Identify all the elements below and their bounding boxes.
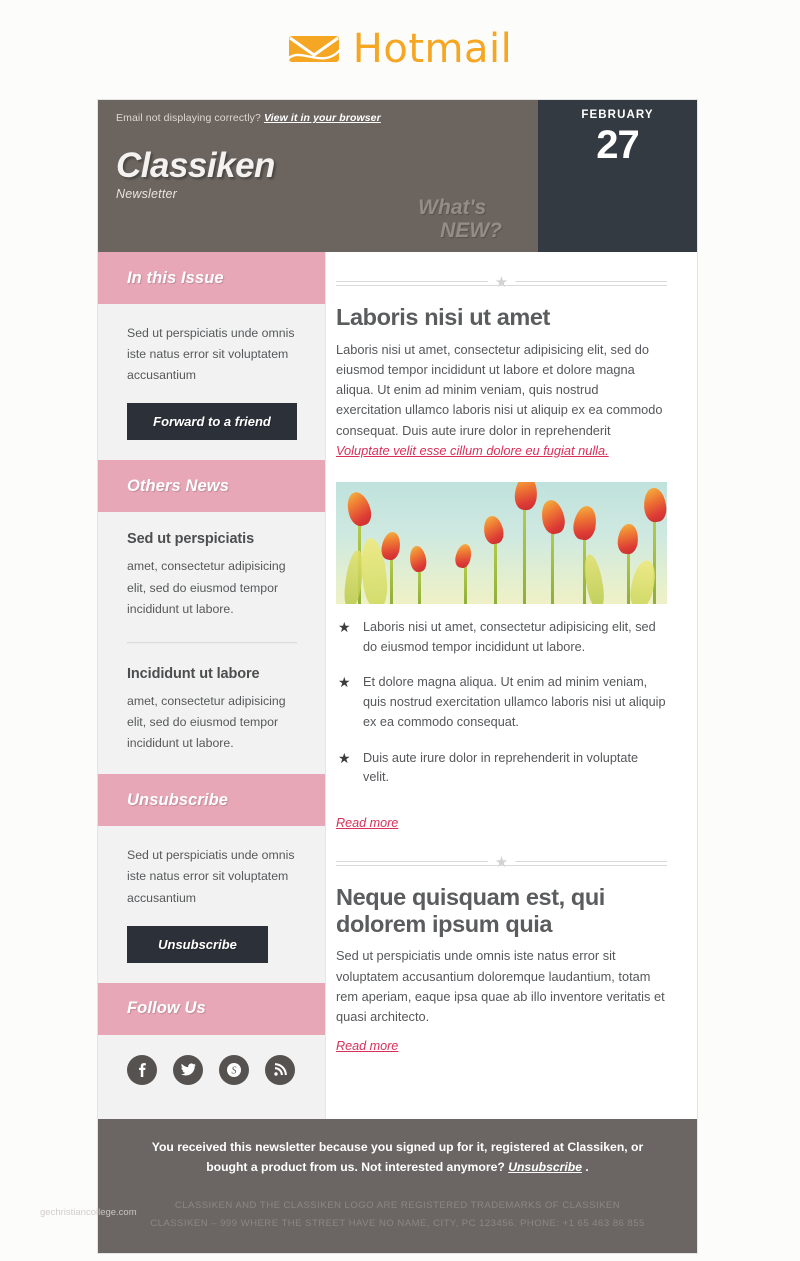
sidebar-heading-unsubscribe: Unsubscribe xyxy=(98,774,325,827)
article-1-body: Laboris nisi ut amet, consectetur adipis… xyxy=(336,340,667,461)
skype-icon[interactable]: S xyxy=(219,1054,249,1085)
bullet-text: Laboris nisi ut amet, consectetur adipis… xyxy=(363,620,656,654)
footer-text-after: . xyxy=(582,1159,589,1174)
newsletter-body: In this Issue Sed ut perspiciatis unde o… xyxy=(98,252,697,1119)
unsubscribe-text: Sed ut perspiciatis unde omnis iste natu… xyxy=(127,848,295,905)
hotmail-wordmark: Hotmail xyxy=(352,25,513,72)
star-ornament-icon: ★ xyxy=(487,272,516,294)
tagline-line-1: What's xyxy=(418,195,487,219)
sidebar-heading-in-this-issue: In this Issue xyxy=(98,252,325,304)
sidebar-heading-follow-us: Follow Us xyxy=(98,982,325,1035)
article-1-bullet-list: ★ Laboris nisi ut amet, consectetur adip… xyxy=(336,618,667,788)
others-news-item-title: Incididunt ut labore xyxy=(127,665,260,682)
sidebar-heading-others-news: Others News xyxy=(98,460,325,513)
hotmail-brand-bar: Hotmail xyxy=(0,0,800,97)
newsletter-masthead: Email not displaying correctly? View it … xyxy=(98,100,697,252)
article-2-body: Sed ut perspiciatis unde omnis iste natu… xyxy=(336,948,665,1025)
newsletter-sidebar: In this Issue Sed ut perspiciatis unde o… xyxy=(98,252,326,1119)
article-1-image xyxy=(336,482,667,605)
sidebar-block-unsubscribe: Sed ut perspiciatis unde omnis iste natu… xyxy=(98,826,325,982)
article-1-body-text: Laboris nisi ut amet, consectetur adipis… xyxy=(336,341,663,438)
others-news-item-text: amet, consectetur adipisicing elit, sed … xyxy=(127,559,286,616)
masthead-left: Email not displaying correctly? View it … xyxy=(98,100,538,252)
footer-legal: CLASSIKEN AND THE CLASSIKEN LOGO ARE REG… xyxy=(150,1197,645,1234)
bullet-text: Duis aute irure dolor in reprehenderit i… xyxy=(363,750,639,785)
section-divider: ★ xyxy=(336,851,667,874)
tagline-line-2: NEW? xyxy=(440,219,502,243)
watermark-text: gechristiancollege.com xyxy=(40,1207,137,1218)
article-2-read-more-link[interactable]: Read more xyxy=(336,1039,398,1053)
bullet-text: Et dolore magna aliqua. Ut enim ad minim… xyxy=(363,675,666,729)
rss-icon[interactable] xyxy=(265,1054,295,1085)
envelope-icon xyxy=(286,30,341,67)
sidebar-block-others-news: Sed ut perspiciatis amet, consectetur ad… xyxy=(98,512,325,774)
facebook-icon[interactable] xyxy=(127,1054,157,1085)
forward-to-friend-button[interactable]: Forward to a friend xyxy=(127,403,297,441)
bullet-star-icon: ★ xyxy=(338,674,351,691)
footer-legal-line-1: CLASSIKEN AND THE CLASSIKEN LOGO ARE REG… xyxy=(174,1199,621,1211)
article-1: Laboris nisi ut amet Laboris nisi ut ame… xyxy=(336,304,667,832)
whats-new-tagline: What's NEW? xyxy=(418,196,502,243)
star-ornament-icon: ★ xyxy=(487,851,516,874)
display-notice: Email not displaying correctly? View it … xyxy=(116,112,522,124)
bullet-star-icon: ★ xyxy=(338,619,351,636)
view-in-browser-link[interactable]: View it in your browser xyxy=(264,112,381,124)
unsubscribe-button[interactable]: Unsubscribe xyxy=(127,925,268,963)
others-news-item-text: amet, consectetur adipisicing elit, sed … xyxy=(127,693,286,751)
hotmail-logo: Hotmail xyxy=(286,25,513,72)
article-1-title: Laboris nisi ut amet xyxy=(336,304,550,330)
page-canvas: Hotmail Email not displaying correctly? … xyxy=(0,0,800,1261)
article-2-title: Neque quisquam est, qui dolorem ipsum qu… xyxy=(336,883,605,937)
section-divider: ★ xyxy=(336,272,667,294)
article-2: Neque quisquam est, qui dolorem ipsum qu… xyxy=(336,884,667,1055)
display-notice-text: Email not displaying correctly? xyxy=(116,112,261,124)
bullet-item: ★ Et dolore magna aliqua. Ut enim ad min… xyxy=(336,673,667,732)
bullet-item: ★ Laboris nisi ut amet, consectetur adip… xyxy=(336,618,667,657)
date-month: FEBRUARY xyxy=(581,109,654,121)
bullet-item: ★ Duis aute irure dolor in reprehenderit… xyxy=(336,749,667,788)
footer-legal-line-2: CLASSIKEN – 999 WHERE THE STREET HAVE NO… xyxy=(150,1218,645,1230)
footer-unsubscribe-link[interactable]: Unsubscribe xyxy=(508,1160,582,1174)
svg-text:S: S xyxy=(232,1065,237,1076)
newsletter-title: Classiken xyxy=(116,146,275,185)
others-news-item: Incididunt ut labore amet, consectetur a… xyxy=(127,666,297,754)
others-news-item-title: Sed ut perspiciatis xyxy=(127,531,255,548)
social-links: S xyxy=(98,1035,325,1107)
bullet-star-icon: ★ xyxy=(338,749,351,766)
article-1-inline-link[interactable]: Voluptate velit esse cillum dolore eu fu… xyxy=(336,443,609,458)
in-this-issue-text: Sed ut perspiciatis unde omnis iste natu… xyxy=(127,326,295,383)
email-newsletter-card: Email not displaying correctly? View it … xyxy=(97,99,698,1254)
newsletter-footer: You received this newsletter because you… xyxy=(98,1118,697,1253)
sidebar-block-in-this-issue: Sed ut perspiciatis unde omnis iste natu… xyxy=(98,304,325,460)
footer-main-text: You received this newsletter because you… xyxy=(150,1137,645,1177)
date-day: 27 xyxy=(596,123,640,167)
newsletter-main-content: ★ Laboris nisi ut amet Laboris nisi ut a… xyxy=(326,252,697,1082)
article-1-read-more-link[interactable]: Read more xyxy=(336,816,398,830)
others-news-item: Sed ut perspiciatis amet, consectetur ad… xyxy=(127,531,297,619)
twitter-icon[interactable] xyxy=(173,1054,203,1085)
sidebar-divider xyxy=(127,641,297,644)
date-block: FEBRUARY 27 xyxy=(538,100,697,252)
